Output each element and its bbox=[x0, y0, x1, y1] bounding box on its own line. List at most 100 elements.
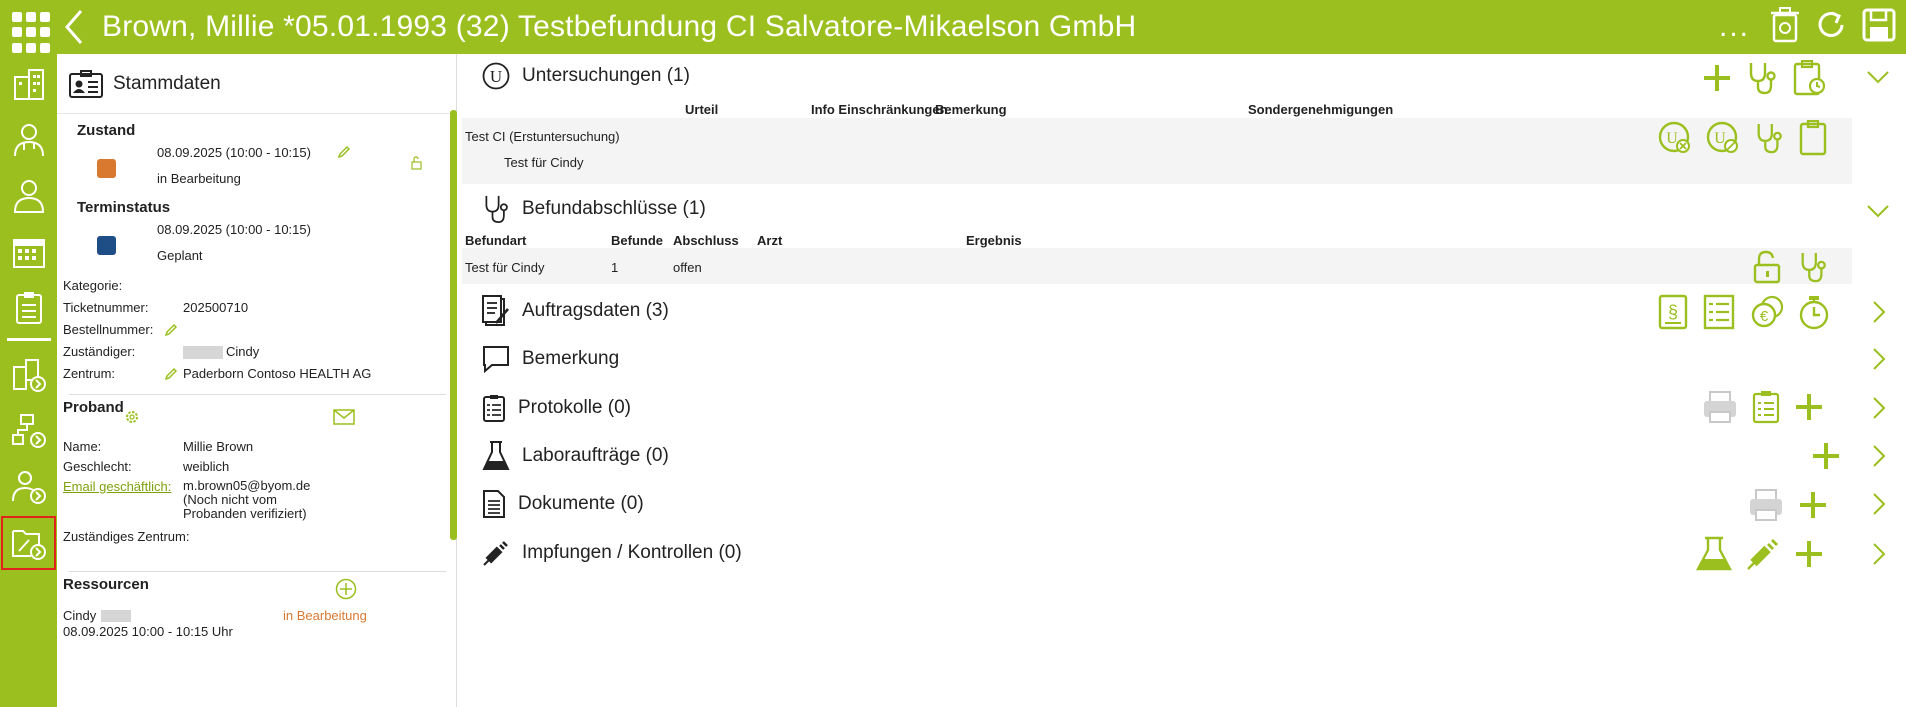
main-panel: U Untersuchungen (1) Urteil Info Einschr… bbox=[411, 54, 1906, 707]
zustand-heading: Zustand bbox=[77, 122, 136, 139]
nav-orgchart-link[interactable] bbox=[0, 403, 57, 459]
flask-icon[interactable] bbox=[1696, 536, 1732, 572]
bemerkung-header[interactable]: Bemerkung bbox=[482, 345, 619, 373]
doctor-icon bbox=[13, 124, 44, 157]
chevron-right-icon[interactable] bbox=[1872, 300, 1886, 324]
stopwatch-icon[interactable] bbox=[1798, 294, 1830, 330]
zentrum-row: Zentrum: Paderborn Contoso HEALTH AG bbox=[57, 366, 456, 388]
folder-edit-arrow-icon bbox=[11, 530, 46, 560]
protokolle-header[interactable]: Protokolle (0) bbox=[482, 394, 631, 422]
nav-calendar[interactable] bbox=[0, 224, 57, 280]
details-title: Stammdaten bbox=[113, 72, 221, 94]
ticket-label: Ticketnummer: bbox=[63, 300, 149, 315]
nav-person[interactable] bbox=[0, 168, 57, 224]
chevron-down-icon[interactable] bbox=[1866, 70, 1890, 84]
chevron-right-icon[interactable] bbox=[1872, 542, 1886, 566]
chevron-right-icon[interactable] bbox=[1872, 396, 1886, 420]
nav-facility-link[interactable] bbox=[0, 347, 57, 403]
ressource-status: in Bearbeitung bbox=[283, 608, 367, 623]
labor-header[interactable]: Laboraufträge (0) bbox=[482, 440, 669, 472]
ressourcen-header: Ressourcen bbox=[57, 572, 456, 608]
impfungen-header[interactable]: Impfungen / Kontrollen (0) bbox=[482, 539, 742, 567]
email-note-line1: (Noch nicht vom bbox=[183, 492, 277, 507]
befund-header[interactable]: Befundabschlüsse (1) bbox=[482, 194, 706, 224]
befund-count: 1 bbox=[611, 260, 619, 275]
document-icon bbox=[483, 490, 505, 518]
person-icon bbox=[13, 180, 44, 213]
add-icon[interactable] bbox=[1794, 392, 1824, 422]
add-icon[interactable] bbox=[1811, 441, 1841, 471]
terminstatus-status: Geplant bbox=[157, 248, 203, 263]
orgchart-arrow-icon bbox=[11, 414, 46, 448]
name-value: Millie Brown bbox=[183, 439, 254, 454]
u-block-icon[interactable]: U bbox=[1706, 121, 1740, 155]
add-icon[interactable] bbox=[1702, 63, 1732, 93]
page-title: Brown, Millie *05.01.1993 (32) Testbefun… bbox=[102, 10, 1137, 43]
chevron-down-icon[interactable] bbox=[1866, 204, 1890, 218]
ressourcen-heading: Ressourcen bbox=[63, 576, 149, 593]
untersuchungen-title: Untersuchungen (1) bbox=[522, 65, 690, 86]
untersuchung-title: Test CI (Erstuntersuchung) bbox=[465, 129, 620, 144]
chevron-right-icon[interactable] bbox=[1872, 492, 1886, 516]
details-scrollbar[interactable] bbox=[450, 110, 457, 540]
auftrag-header[interactable]: Auftragsdaten (3) bbox=[482, 295, 669, 327]
stethoscope-icon[interactable] bbox=[1798, 250, 1828, 284]
nav-doctor[interactable] bbox=[0, 112, 57, 168]
save-icon[interactable] bbox=[1862, 8, 1896, 47]
befund-row[interactable] bbox=[462, 248, 1852, 284]
legal-document-icon[interactable]: § bbox=[1658, 294, 1688, 330]
nav-checklist[interactable] bbox=[0, 280, 57, 336]
checklist-icon[interactable] bbox=[1752, 390, 1780, 424]
app-launcher-icon[interactable] bbox=[0, 0, 54, 54]
settings-gear-icon[interactable] bbox=[125, 410, 139, 424]
bestell-row: Bestellnummer: bbox=[57, 322, 456, 344]
recycle-bin-icon[interactable] bbox=[1770, 6, 1800, 48]
syringe-icon[interactable] bbox=[1746, 537, 1780, 571]
refresh-icon[interactable] bbox=[1814, 8, 1848, 47]
nav-person-link[interactable] bbox=[0, 459, 57, 515]
stethoscope-icon[interactable] bbox=[1754, 121, 1784, 155]
chevron-right-icon[interactable] bbox=[1872, 347, 1886, 371]
back-arrow-icon[interactable] bbox=[54, 0, 94, 54]
proband-heading: Proband bbox=[63, 399, 124, 416]
edit-pencil-icon[interactable] bbox=[164, 323, 178, 337]
center-row: Zuständiges Zentrum: bbox=[57, 529, 456, 551]
stethoscope-icon bbox=[485, 195, 508, 224]
zentrum-value: Paderborn Contoso HEALTH AG bbox=[183, 366, 372, 381]
dokumente-actions bbox=[1748, 488, 1828, 522]
add-icon[interactable] bbox=[1794, 539, 1824, 569]
u-reject-icon[interactable]: U bbox=[1658, 121, 1692, 155]
clipboard-icon[interactable] bbox=[1798, 120, 1828, 156]
email-label-link[interactable]: Email geschäftlich: bbox=[57, 479, 183, 527]
list-document-icon[interactable] bbox=[1702, 294, 1736, 330]
mail-icon[interactable] bbox=[333, 409, 355, 425]
ressource-item[interactable]: Cindy in Bearbeitung 08.09.2025 10:00 - … bbox=[57, 608, 456, 639]
printer-icon[interactable] bbox=[1748, 488, 1784, 522]
chevron-right-icon[interactable] bbox=[1872, 444, 1886, 468]
svg-text:€: € bbox=[1760, 308, 1769, 325]
add-icon[interactable] bbox=[1798, 490, 1828, 520]
nav-folder-edit-link[interactable] bbox=[0, 515, 57, 571]
facility-icon bbox=[13, 69, 44, 100]
unlock-icon[interactable] bbox=[1750, 250, 1784, 284]
ticket-value: 202500710 bbox=[183, 300, 249, 315]
edit-pencil-icon[interactable] bbox=[337, 145, 351, 159]
labor-title: Laboraufträge (0) bbox=[522, 445, 669, 466]
impfungen-title: Impfungen / Kontrollen (0) bbox=[522, 542, 742, 563]
dokumente-header[interactable]: Dokumente (0) bbox=[482, 489, 644, 519]
euro-coins-icon[interactable]: € bbox=[1750, 295, 1784, 329]
stethoscope-icon[interactable] bbox=[1746, 61, 1778, 95]
ticket-row: Ticketnummer: 202500710 bbox=[57, 300, 456, 322]
printer-icon[interactable] bbox=[1702, 390, 1738, 424]
details-header: Stammdaten bbox=[57, 54, 456, 114]
clipboard-clock-icon[interactable] bbox=[1792, 60, 1826, 96]
add-circle-icon[interactable] bbox=[335, 578, 357, 600]
untersuchungen-header[interactable]: U Untersuchungen (1) bbox=[482, 62, 690, 90]
nav-facility[interactable] bbox=[0, 56, 57, 112]
untersuchung-row[interactable] bbox=[462, 118, 1852, 184]
edit-pencil-icon[interactable] bbox=[164, 367, 178, 381]
zustaendiger-value: Cindy bbox=[226, 344, 260, 359]
more-menu-button[interactable]: ... bbox=[1719, 12, 1750, 42]
proband-header: Proband bbox=[57, 395, 456, 433]
gender-label: Geschlecht: bbox=[63, 459, 132, 474]
